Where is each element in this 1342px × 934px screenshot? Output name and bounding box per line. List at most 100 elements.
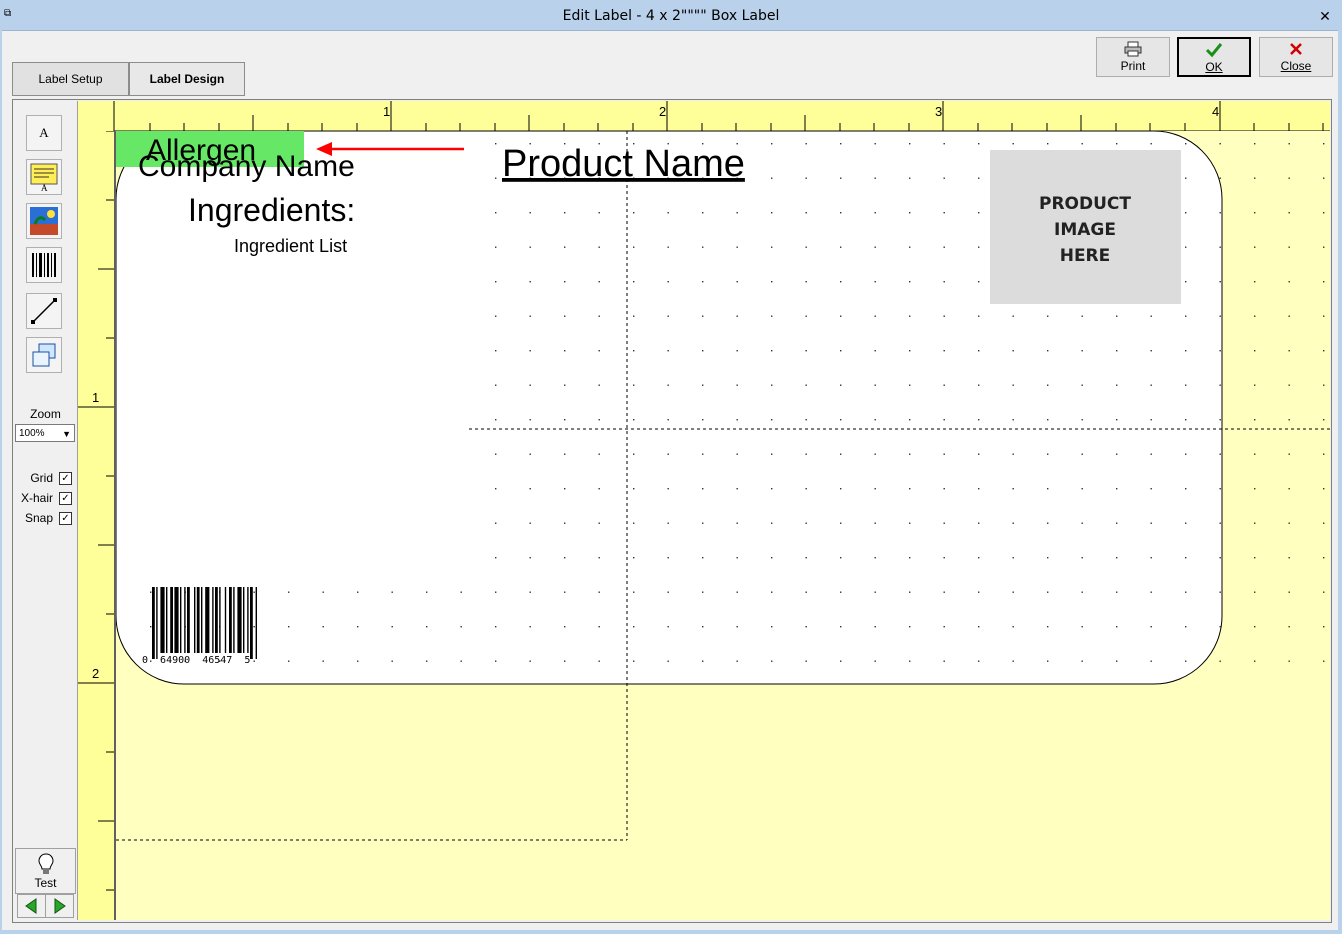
grid-dot [564,350,566,352]
close-button[interactable]: Close [1259,37,1333,77]
grid-dot [1047,350,1049,352]
print-button[interactable]: Print [1096,37,1170,77]
grid-dot [667,350,669,352]
paragraph-tool-icon[interactable]: A [26,159,62,195]
grid-dot [1012,419,1014,421]
grid-dot [943,488,945,490]
grid-dot [943,522,945,524]
grid-dot [529,488,531,490]
grid-dot [1219,281,1221,283]
barcode-bar [152,587,155,659]
grid-dot [943,143,945,145]
tab-label-design[interactable]: Label Design [129,62,245,96]
grid-dot [1219,488,1221,490]
grid-dot [702,384,704,386]
grid-dot [909,212,911,214]
grid-dot [909,488,911,490]
grid-checkbox[interactable]: ✓ [59,472,72,485]
grid-dot [874,350,876,352]
label-canvas[interactable]: PRODUCT IMAGE HERE 0 64900 46547 5 Aller… [116,131,1330,920]
line-tool-icon[interactable] [26,293,62,329]
grid-dot [529,246,531,248]
grid-dot [1323,350,1325,352]
grid-dot [1116,488,1118,490]
window-frame-right [1338,30,1342,934]
grid-dot [943,177,945,179]
test-button[interactable]: Test [15,848,76,894]
grid-dot [805,143,807,145]
grid-dot [1323,419,1325,421]
grid-option: Grid ✓ [14,471,77,487]
next-button[interactable] [45,894,74,918]
grid-dot [1254,488,1256,490]
grid-dot [1323,281,1325,283]
xhair-checkbox[interactable]: ✓ [59,492,72,505]
grid-dot [529,453,531,455]
ingredient-list-text[interactable]: Ingredient List [234,236,347,256]
grid-dot [805,591,807,593]
grid-dot [633,419,635,421]
zoom-select[interactable]: 100% ▼ [15,424,75,442]
grid-dot [1219,591,1221,593]
top-ruler-mark-2: 2 [659,104,667,119]
tab-label-setup[interactable]: Label Setup [12,62,129,96]
grid-dot [1185,384,1187,386]
grid-dot [598,522,600,524]
zoom-value: 100% [19,428,45,439]
grid-dot [1116,453,1118,455]
grid-dot [598,626,600,628]
barcode-bar [219,587,221,653]
grid-dot [978,522,980,524]
barcode-bar [255,587,257,659]
grid-dot [736,522,738,524]
grid-dot [426,591,428,593]
grid-dot [598,281,600,283]
ok-button[interactable]: OK [1177,37,1251,77]
grid-dot [1323,591,1325,593]
grid-dot [288,660,290,662]
previous-button[interactable] [17,894,46,918]
barcode-bar [229,587,232,653]
grid-dot [529,522,531,524]
barcode-tool-icon[interactable] [26,247,62,283]
grid-dot [978,246,980,248]
grid-dot [564,315,566,317]
grid-dot [771,557,773,559]
grid-dot [805,246,807,248]
ingredients-heading[interactable]: Ingredients: [188,192,355,228]
grid-dot [667,212,669,214]
grid-dot [1116,143,1118,145]
window-title: Edit Label - 4 x 2"""" Box Label [562,8,780,24]
text-tool-icon[interactable]: A [26,115,62,151]
grid-dot [391,591,393,593]
barcode-bar [247,587,249,653]
grid-dot [288,591,290,593]
company-name-text[interactable]: Company Name [138,150,355,183]
grid-dot [978,453,980,455]
grid-dot [564,488,566,490]
grid-dot [1012,522,1014,524]
ok-label: OK [1205,60,1223,74]
box-tool-icon[interactable] [26,337,62,373]
window-close-icon[interactable]: ✕ [1314,6,1336,26]
product-name-text[interactable]: Product Name [502,143,745,185]
grid-dot [1288,350,1290,352]
grid-dot [1254,246,1256,248]
close-icon [1260,41,1332,59]
grid-dot [1219,557,1221,559]
grid-dot [1081,660,1083,662]
grid-dot [840,177,842,179]
grid-dot [1012,557,1014,559]
grid-dot [1150,453,1152,455]
snap-checkbox[interactable]: ✓ [59,512,72,525]
grid-dot [633,246,635,248]
grid-dot [564,591,566,593]
grid-dot [805,315,807,317]
barcode-bar [194,587,196,653]
grid-dot [1150,384,1152,386]
image-tool-icon[interactable] [26,203,62,239]
grid-dot [943,660,945,662]
left-ruler: 1 2 [78,131,116,920]
grid-dot [564,660,566,662]
barcode-bar [233,587,235,653]
